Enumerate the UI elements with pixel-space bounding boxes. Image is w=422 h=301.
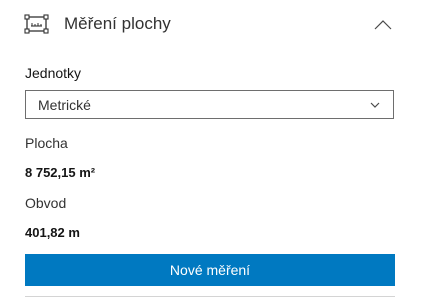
chevron-up-icon [374, 20, 392, 30]
units-select[interactable]: Metrické [25, 90, 394, 119]
area-label: Plocha [25, 135, 68, 151]
chevron-down-icon [370, 102, 380, 108]
area-value: 8 752,15 m² [25, 165, 96, 180]
panel-title: Měření plochy [64, 14, 171, 33]
units-label: Jednotky [25, 65, 82, 81]
panel-header: Měření plochy [0, 0, 422, 50]
units-selected-value: Metrické [38, 97, 91, 113]
perimeter-label: Obvod [25, 195, 67, 211]
area-measure-icon [24, 13, 50, 35]
area-measurement-panel: Měření plochy Jednotky Metrické Plocha 8… [0, 0, 422, 301]
new-measurement-button[interactable]: Nové měření [25, 254, 395, 286]
perimeter-value: 401,82 m [25, 225, 80, 240]
divider [25, 296, 395, 297]
collapse-button[interactable] [371, 14, 395, 36]
